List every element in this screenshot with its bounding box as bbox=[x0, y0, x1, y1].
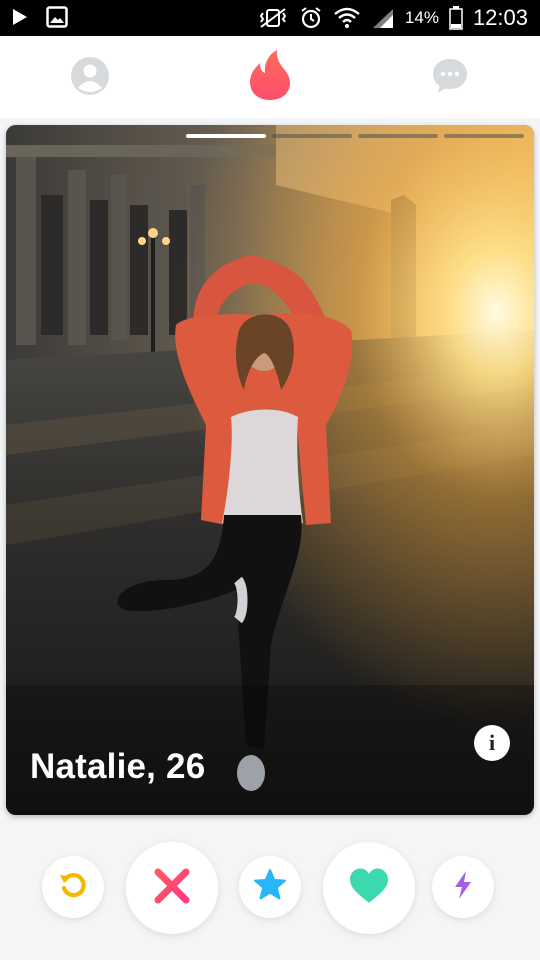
vibrate-mute-icon bbox=[257, 7, 289, 29]
battery-percentage: 14% bbox=[404, 8, 439, 27]
image-icon bbox=[46, 6, 68, 28]
heart-icon bbox=[348, 867, 390, 910]
super-like-button[interactable] bbox=[239, 856, 301, 918]
photo-indicator[interactable] bbox=[272, 134, 352, 138]
battery-icon bbox=[449, 6, 463, 30]
close-icon bbox=[152, 866, 192, 911]
play-icon bbox=[12, 8, 28, 26]
profile-photo bbox=[6, 125, 534, 815]
signal-icon bbox=[371, 7, 395, 29]
chat-icon bbox=[431, 57, 469, 100]
clock: 12:03 bbox=[472, 5, 528, 30]
photo-indicator[interactable] bbox=[444, 134, 524, 138]
rewind-button[interactable] bbox=[42, 856, 104, 918]
profile-icon bbox=[70, 56, 110, 101]
info-icon: i bbox=[488, 730, 496, 755]
profile-info-button[interactable]: i bbox=[474, 725, 510, 761]
profile-button[interactable] bbox=[70, 56, 110, 101]
top-navigation bbox=[0, 36, 540, 118]
alarm-icon bbox=[299, 6, 323, 30]
messages-button[interactable] bbox=[430, 58, 470, 98]
action-bar bbox=[0, 830, 540, 950]
profile-name-age: Natalie, 26 bbox=[30, 747, 206, 786]
star-icon bbox=[253, 868, 287, 907]
photo-indicators bbox=[186, 134, 524, 138]
nope-button[interactable] bbox=[126, 842, 218, 934]
profile-card[interactable]: Natalie, 26 i bbox=[6, 125, 534, 815]
photo-indicator-active[interactable] bbox=[186, 134, 266, 138]
like-button[interactable] bbox=[323, 842, 415, 934]
status-bar: 14% 12:03 bbox=[0, 0, 540, 36]
boost-button[interactable] bbox=[432, 856, 494, 918]
flame-icon bbox=[248, 49, 292, 106]
lightning-icon bbox=[452, 870, 474, 905]
discover-button[interactable] bbox=[247, 49, 293, 106]
photo-indicator[interactable] bbox=[358, 134, 438, 138]
wifi-icon bbox=[333, 6, 361, 30]
rewind-icon bbox=[57, 869, 89, 906]
